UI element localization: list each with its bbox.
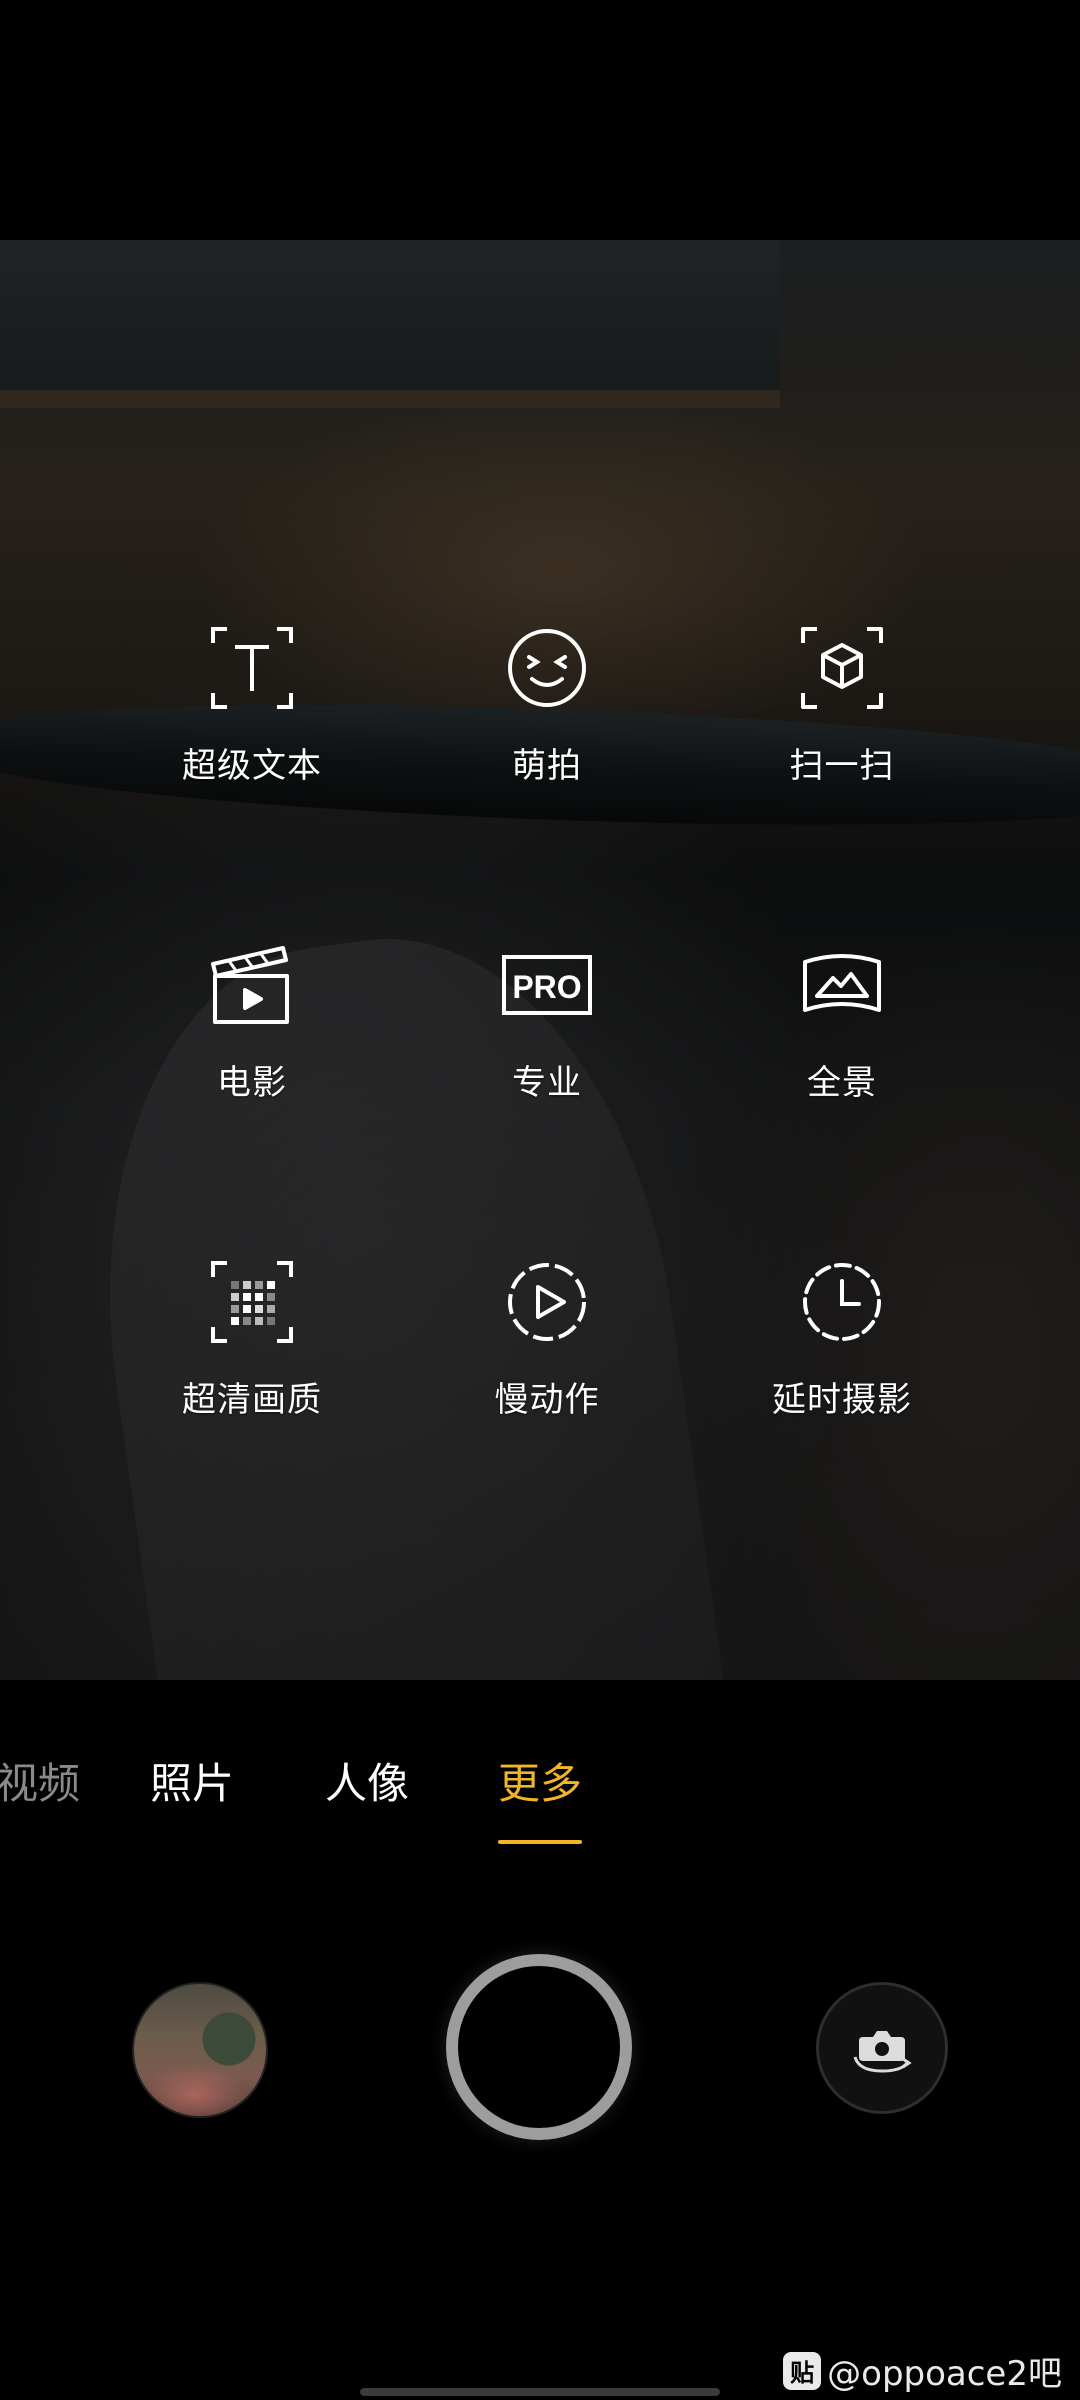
active-tab-indicator bbox=[498, 1840, 582, 1844]
mode-panorama[interactable]: 全景 bbox=[712, 937, 972, 1137]
watermark: 贴 @oppoace2吧 bbox=[783, 2346, 1062, 2395]
mode-label: 延时摄影 bbox=[772, 1380, 912, 1420]
mode-label: 超级文本 bbox=[182, 746, 322, 786]
mode-timelapse[interactable]: 延时摄影 bbox=[712, 1254, 972, 1454]
gallery-thumbnail[interactable] bbox=[132, 1982, 268, 2118]
slow-motion-play-icon bbox=[499, 1254, 595, 1350]
panorama-mountain-icon bbox=[794, 937, 890, 1033]
timelapse-clock-icon bbox=[794, 1254, 890, 1350]
mode-label: 电影 bbox=[217, 1063, 287, 1103]
more-modes-grid: 超级文本 萌拍 扫一扫 电影 PRO 专业 全景 超清画质 慢动作 延时摄影 bbox=[0, 240, 1080, 1680]
mode-ultra-clear[interactable]: 超清画质 bbox=[122, 1254, 382, 1454]
switch-camera-button[interactable] bbox=[816, 1982, 948, 2114]
mode-super-text[interactable]: 超级文本 bbox=[122, 620, 382, 820]
home-indicator[interactable] bbox=[360, 2388, 720, 2396]
mode-label: 全景 bbox=[807, 1063, 877, 1103]
tab-portrait[interactable]: 人像 bbox=[325, 1750, 409, 1811]
mode-movie[interactable]: 电影 bbox=[122, 937, 382, 1137]
tab-photo[interactable]: 照片 bbox=[150, 1750, 234, 1811]
tieba-badge-icon: 贴 bbox=[783, 2351, 822, 2390]
high-res-grid-icon bbox=[204, 1254, 300, 1350]
watermark-text: @oppoace2吧 bbox=[827, 2354, 1062, 2394]
pro-badge-icon: PRO bbox=[499, 937, 595, 1033]
camera-mode-tabs: 视频 照片 人像 更多 bbox=[0, 1720, 1080, 1860]
mode-slow-motion[interactable]: 慢动作 bbox=[417, 1254, 677, 1454]
mode-pro[interactable]: PRO 专业 bbox=[417, 937, 677, 1137]
super-text-icon bbox=[204, 620, 300, 716]
mode-scan[interactable]: 扫一扫 bbox=[712, 620, 972, 820]
svg-text:PRO: PRO bbox=[512, 969, 581, 1005]
scan-cube-icon bbox=[794, 620, 890, 716]
mode-label: 超清画质 bbox=[182, 1380, 322, 1420]
mode-label: 扫一扫 bbox=[789, 746, 895, 786]
clapperboard-icon bbox=[204, 937, 300, 1033]
smiley-face-icon bbox=[499, 620, 595, 716]
mode-label: 萌拍 bbox=[512, 746, 582, 786]
tab-video[interactable]: 视频 bbox=[0, 1750, 80, 1811]
mode-cute-shot[interactable]: 萌拍 bbox=[417, 620, 677, 820]
mode-label: 慢动作 bbox=[494, 1380, 600, 1420]
tab-more[interactable]: 更多 bbox=[498, 1750, 582, 1811]
mode-label: 专业 bbox=[512, 1063, 582, 1103]
camera-viewfinder[interactable]: 超级文本 萌拍 扫一扫 电影 PRO 专业 全景 超清画质 慢动作 延时摄影 bbox=[0, 240, 1080, 1680]
camera-flip-icon bbox=[853, 2031, 912, 2073]
shutter-button[interactable] bbox=[446, 1954, 632, 2140]
